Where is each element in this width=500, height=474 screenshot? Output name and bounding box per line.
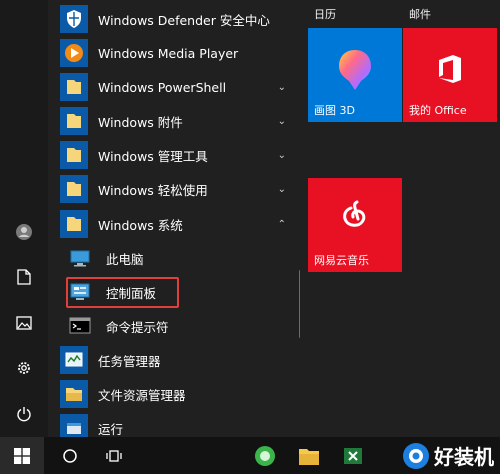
folder-icon: [60, 107, 88, 135]
documents-icon[interactable]: [0, 257, 48, 297]
folder-icon: [60, 175, 88, 203]
tiles-area: 日历 邮件 画图 3D 我的 Office 网易云音乐: [300, 0, 500, 437]
app-label: Windows 系统: [98, 217, 183, 233]
pictures-icon[interactable]: [0, 303, 48, 343]
chevron-down-icon[interactable]: ⌄: [278, 150, 286, 161]
folder-windows-admin-tools[interactable]: Windows 管理工具 ⌄: [48, 138, 300, 172]
app-label: Windows PowerShell: [98, 79, 227, 95]
folder-windows-powershell[interactable]: Windows PowerShell ⌄: [48, 70, 300, 104]
chevron-down-icon[interactable]: ⌄: [278, 116, 286, 127]
tile-label: 网易云音乐: [314, 254, 369, 267]
app-label: Windows 附件: [98, 114, 183, 130]
tile-label: 画图 3D: [314, 104, 355, 117]
office-icon: [439, 55, 461, 83]
start-rail: [0, 0, 48, 437]
chevron-up-icon[interactable]: ⌃: [278, 219, 286, 230]
power-icon[interactable]: [0, 394, 48, 434]
app-windows-defender[interactable]: Windows Defender 安全中心: [48, 2, 300, 36]
settings-gear-icon[interactable]: [0, 348, 48, 388]
tile-my-office[interactable]: 我的 Office: [403, 28, 497, 122]
task-manager-icon: [60, 346, 88, 374]
excel-icon[interactable]: [336, 437, 370, 474]
app-task-manager[interactable]: 任务管理器: [48, 343, 300, 377]
app-label: 此电脑: [106, 251, 144, 267]
app-list: Windows Defender 安全中心 Windows Media Play…: [48, 0, 301, 442]
folder-windows-accessories[interactable]: Windows 附件 ⌄: [48, 104, 300, 138]
app-windows-media-player[interactable]: Windows Media Player: [48, 36, 300, 70]
command-prompt-icon: [68, 314, 92, 338]
search-circle-icon[interactable]: [50, 437, 90, 474]
windows-logo-icon: [14, 447, 30, 464]
tile-label: 我的 Office: [409, 104, 467, 117]
folder-windows-system[interactable]: Windows 系统 ⌃: [48, 207, 300, 241]
watermark-text: 好装机: [434, 445, 494, 469]
app-label: 文件资源管理器: [98, 387, 186, 403]
folder-icon: [60, 141, 88, 169]
green-app-icon[interactable]: [248, 437, 282, 474]
chevron-down-icon[interactable]: ⌄: [278, 82, 286, 93]
start-button[interactable]: [0, 437, 44, 474]
watermark: 好装机: [402, 437, 494, 474]
tile-group-label-calendar: 日历: [314, 8, 336, 21]
tile-group-label-mail: 邮件: [409, 8, 431, 21]
app-label: 运行: [98, 421, 124, 437]
folder-icon: [60, 210, 88, 238]
defender-shield-icon: [60, 5, 88, 33]
app-file-explorer[interactable]: 文件资源管理器: [48, 377, 300, 411]
file-explorer-taskbar-icon[interactable]: [292, 437, 326, 474]
tile-netease-music[interactable]: 网易云音乐: [308, 178, 402, 272]
app-label: Windows Defender 安全中心: [98, 12, 270, 28]
folder-windows-ease-of-access[interactable]: Windows 轻松使用 ⌄: [48, 172, 300, 206]
highlight-annotation: [66, 277, 179, 308]
app-label: 任务管理器: [98, 353, 161, 369]
user-account-icon[interactable]: [0, 212, 48, 252]
tile-paint-3d[interactable]: 画图 3D: [308, 28, 402, 122]
watermark-logo-icon: [403, 442, 429, 469]
file-explorer-icon: [60, 380, 88, 408]
media-player-icon: [60, 39, 88, 67]
app-label: Windows 轻松使用: [98, 182, 208, 198]
chevron-down-icon[interactable]: ⌄: [278, 184, 286, 195]
app-this-pc[interactable]: 此电脑: [48, 241, 300, 275]
folder-icon: [60, 73, 88, 101]
taskbar: 好装机: [0, 437, 500, 474]
computer-icon: [68, 246, 92, 270]
app-command-prompt[interactable]: 命令提示符: [48, 309, 300, 343]
app-label: Windows 管理工具: [98, 148, 208, 164]
netease-music-icon: [343, 200, 366, 227]
app-label: 命令提示符: [106, 319, 169, 335]
paint-3d-icon: [339, 50, 371, 90]
task-view-icon[interactable]: [94, 437, 134, 474]
app-label: Windows Media Player: [98, 45, 239, 61]
